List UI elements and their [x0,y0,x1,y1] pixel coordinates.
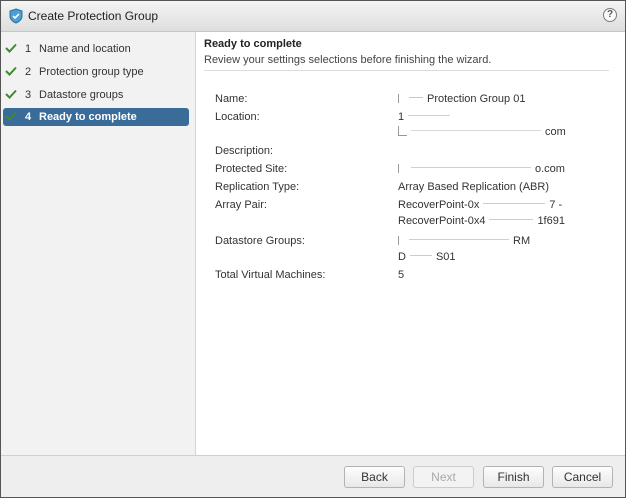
page-title: Ready to complete [204,38,302,50]
step-label: Name and location [39,43,131,55]
array-pair-value-text: RecoverPoint-0x [398,199,480,211]
wizard-steps-sidebar: 1 Name and location 2 Protection group t… [1,32,196,455]
step-label: Datastore groups [39,89,124,101]
next-button[interactable]: Next [413,466,474,488]
total-vms-value: 5 [398,269,405,281]
array-pair-value-tail: 1f691 [537,215,565,227]
check-icon [5,66,17,76]
location-label: Location: [215,111,260,123]
step-label: Protection group type [39,66,144,78]
step-number: 4 [25,111,32,123]
wizard-footer: Back Next Finish Cancel [1,455,625,497]
location-value-line-1: 1 [398,111,451,123]
dialog-title: Create Protection Group [28,9,159,23]
description-label: Description: [215,145,274,157]
name-value: Protection Group 01 [398,93,525,105]
protected-site-label: Protected Site: [215,163,288,175]
replication-type-value: Array Based Replication (ABR) [398,181,550,193]
array-pair-value-tail: 7 - [549,199,563,211]
step-label: Ready to complete [39,111,137,123]
title-bar: Create Protection Group ? [1,1,625,32]
name-label: Name: [215,93,248,105]
protected-site-value: o.com [398,163,565,175]
divider [204,70,609,71]
step-name-and-location[interactable]: 1 Name and location [3,40,189,58]
name-value-text: Protection Group 01 [427,93,526,105]
datastore-groups-value-line-2: D S01 [398,251,456,263]
array-pair-label: Array Pair: [215,199,267,211]
location-value-text: 1 [398,111,405,123]
page-description: Review your settings selections before f… [204,54,492,66]
protected-site-value-text: o.com [535,163,565,175]
array-pair-value-line-1: RecoverPoint-0x 7 - [398,199,562,211]
step-protection-group-type[interactable]: 2 Protection group type [3,63,189,81]
help-icon[interactable]: ? [603,8,617,22]
check-icon [5,89,17,99]
wizard-content: Ready to complete Review your settings s… [196,32,625,455]
check-icon [5,111,17,121]
array-pair-value-line-2: RecoverPoint-0x4 1f691 [398,215,565,227]
total-vms-label: Total Virtual Machines: [215,269,326,281]
location-value-line-2: com [398,126,566,138]
shield-icon [9,8,23,24]
step-number: 2 [25,66,32,78]
datastore-groups-value-tail: S01 [435,251,456,263]
step-ready-to-complete[interactable]: 4 Ready to complete [3,108,189,126]
finish-button[interactable]: Finish [483,466,544,488]
step-number: 1 [25,43,32,55]
datastore-groups-label: Datastore Groups: [215,235,305,247]
check-icon [5,43,17,53]
replication-type-label: Replication Type: [215,181,300,193]
datastore-groups-value-text: RM [513,235,531,247]
datastore-groups-value-line-1: RM [398,235,530,247]
location-value-text: com [545,126,566,138]
cancel-button[interactable]: Cancel [552,466,613,488]
step-number: 3 [25,89,32,101]
step-datastore-groups[interactable]: 3 Datastore groups [3,86,189,104]
create-protection-group-dialog: Create Protection Group ? 1 Name and loc… [0,0,626,498]
datastore-groups-value-text: D [398,251,406,263]
back-button[interactable]: Back [344,466,405,488]
array-pair-value-text: RecoverPoint-0x4 [398,215,486,227]
